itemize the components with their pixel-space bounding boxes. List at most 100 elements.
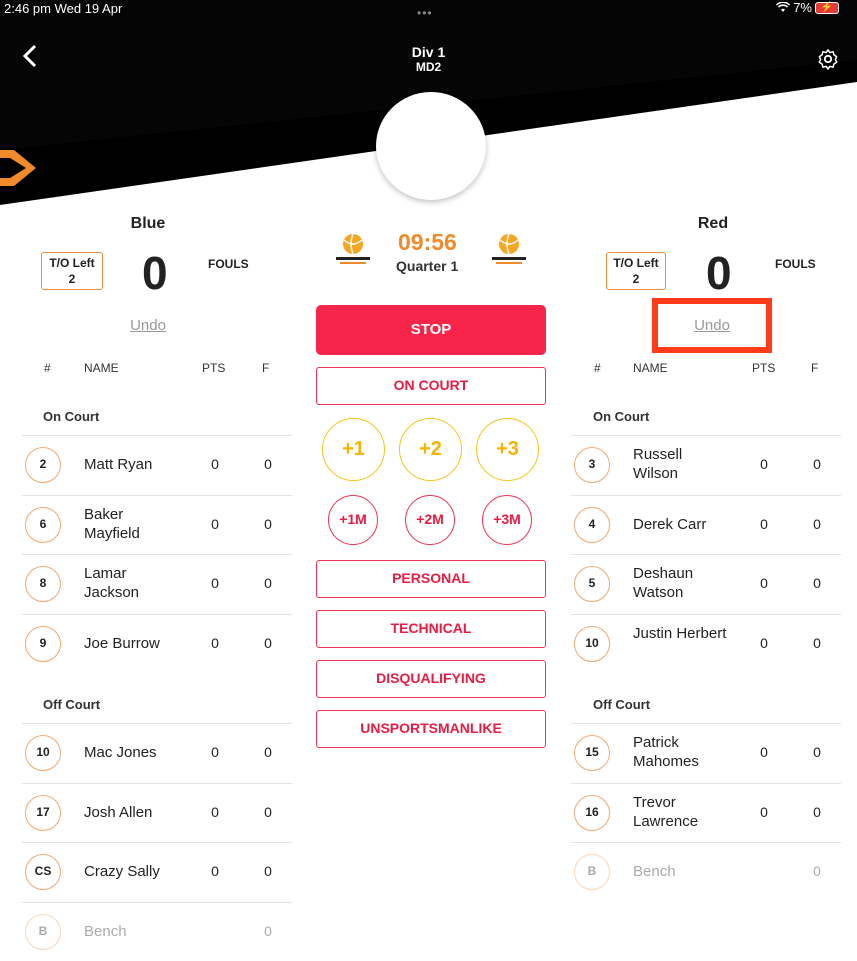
gear-icon [818,49,838,70]
player-number-badge[interactable]: CS [25,854,61,890]
player-points: 0 [211,863,219,879]
bench-row[interactable] [22,901,292,961]
red-fouls-label: FOULS [775,257,816,271]
col-name: NAME [633,361,668,375]
settings-button[interactable] [817,48,841,72]
player-name: Crazy Sally [84,863,160,880]
player-number-badge[interactable]: 4 [574,506,610,543]
technical-foul-button[interactable]: TECHNICAL [316,610,546,648]
col-name: NAME [84,361,119,375]
red-timeouts-button[interactable]: T/O Left 2 [606,252,666,290]
player-fouls: 0 [264,634,272,651]
player-name: Joe Burrow [84,634,160,652]
player-fouls: 0 [813,575,821,591]
arrow-indicator [0,140,36,196]
to-value: 2 [632,272,640,286]
player-points: 0 [760,634,768,651]
player-points: 0 [760,744,768,760]
player-name: Justin Herbert [633,624,727,642]
col-pts: PTS [202,361,226,375]
disqualifying-foul-button[interactable]: DISQUALIFYING [316,660,546,698]
player-number-badge[interactable]: 2 [25,447,61,483]
player-number-badge[interactable]: 16 [574,794,610,831]
quarter-label: Quarter 1 [396,258,459,274]
add-2-points-button[interactable]: +2 [399,418,462,481]
player-name: Josh Allen [84,803,153,821]
status-time: 2:46 pm Wed 19 Apr [4,1,123,16]
player-name: Russell Wilson [633,446,683,482]
player-number-badge[interactable]: 10 [25,735,61,771]
player-number-badge[interactable]: 10 [574,625,610,662]
player-number-badge[interactable]: 3 [574,447,610,483]
player-name: Trevor Lawrence [633,793,699,830]
blue-timeouts-button[interactable]: T/O Left 2 [41,252,103,290]
bench-badge: B [574,854,610,890]
highlight-box [652,298,772,353]
player-row[interactable] [571,613,841,673]
multitask-dots[interactable]: ••• [417,6,433,20]
player-name: Deshaun Watson [633,565,694,601]
player-name: Mac Jones [84,744,157,761]
add-1-point-button[interactable]: +1 [322,418,385,481]
player-number-badge[interactable]: 9 [25,625,61,662]
player-number-badge[interactable]: 6 [25,506,61,543]
player-name: Patrick Mahomes [633,734,699,770]
player-number-badge[interactable]: 15 [574,735,610,771]
player-points: 0 [760,575,768,591]
col-pts: PTS [752,361,776,375]
blue-fouls-label: FOULS [208,257,249,271]
bench-fouls: 0 [264,922,272,939]
col-num: # [594,361,601,375]
player-points: 0 [760,456,768,472]
bench-row[interactable] [571,842,841,901]
player-number-badge[interactable]: 17 [25,794,61,831]
bench-label: Bench [84,922,127,940]
to-label: T/O Left [613,256,659,270]
player-fouls: 0 [813,803,821,820]
player-points: 0 [211,744,219,760]
player-row[interactable] [22,782,292,842]
player-fouls: 0 [813,634,821,651]
player-points: 0 [211,456,219,472]
team-logo-placeholder [376,92,486,200]
on-court-button[interactable]: ON COURT [316,367,546,405]
basketball-queensland-logo-left [335,232,371,268]
player-fouls: 0 [264,744,272,760]
player-points: 0 [211,575,219,591]
miss-2-button[interactable]: +2M [405,495,455,545]
player-fouls: 0 [264,575,272,591]
player-fouls: 0 [264,515,272,532]
bench-label: Bench [633,863,676,880]
player-row[interactable] [22,435,292,494]
unsportsmanlike-foul-button[interactable]: UNSPORTSMANLIKE [316,710,546,748]
page-subtitle: MD2 [415,60,442,74]
player-number-badge[interactable]: 5 [574,566,610,602]
battery-icon: ⚡ [815,1,839,14]
player-fouls: 0 [813,456,821,472]
red-on-court-label: On Court [593,409,650,424]
add-3-points-button[interactable]: +3 [476,418,539,481]
wifi-icon [776,2,791,12]
player-points: 0 [211,515,219,532]
player-fouls: 0 [264,456,272,472]
col-fouls: F [262,361,270,375]
red-score: 0 [706,247,732,299]
player-points: 0 [211,803,219,820]
blue-on-court-label: On Court [43,409,100,424]
personal-foul-button[interactable]: PERSONAL [316,560,546,598]
stop-button[interactable]: STOP [316,305,546,355]
player-row[interactable] [22,723,292,782]
player-name: Baker Mayfield [84,505,140,542]
basketball-queensland-logo-right [491,232,527,268]
bench-fouls: 0 [813,863,821,879]
player-number-badge[interactable]: 8 [25,566,61,602]
status-indicators: 7% ⚡ [776,0,839,15]
col-num: # [44,361,51,375]
red-team-name: Red [697,215,729,232]
player-fouls: 0 [813,515,821,532]
miss-3-button[interactable]: +3M [482,495,532,545]
miss-1-button[interactable]: +1M [328,495,378,545]
blue-undo-link[interactable]: Undo [108,317,188,334]
player-fouls: 0 [264,863,272,879]
battery-percent: 7% [793,0,812,15]
